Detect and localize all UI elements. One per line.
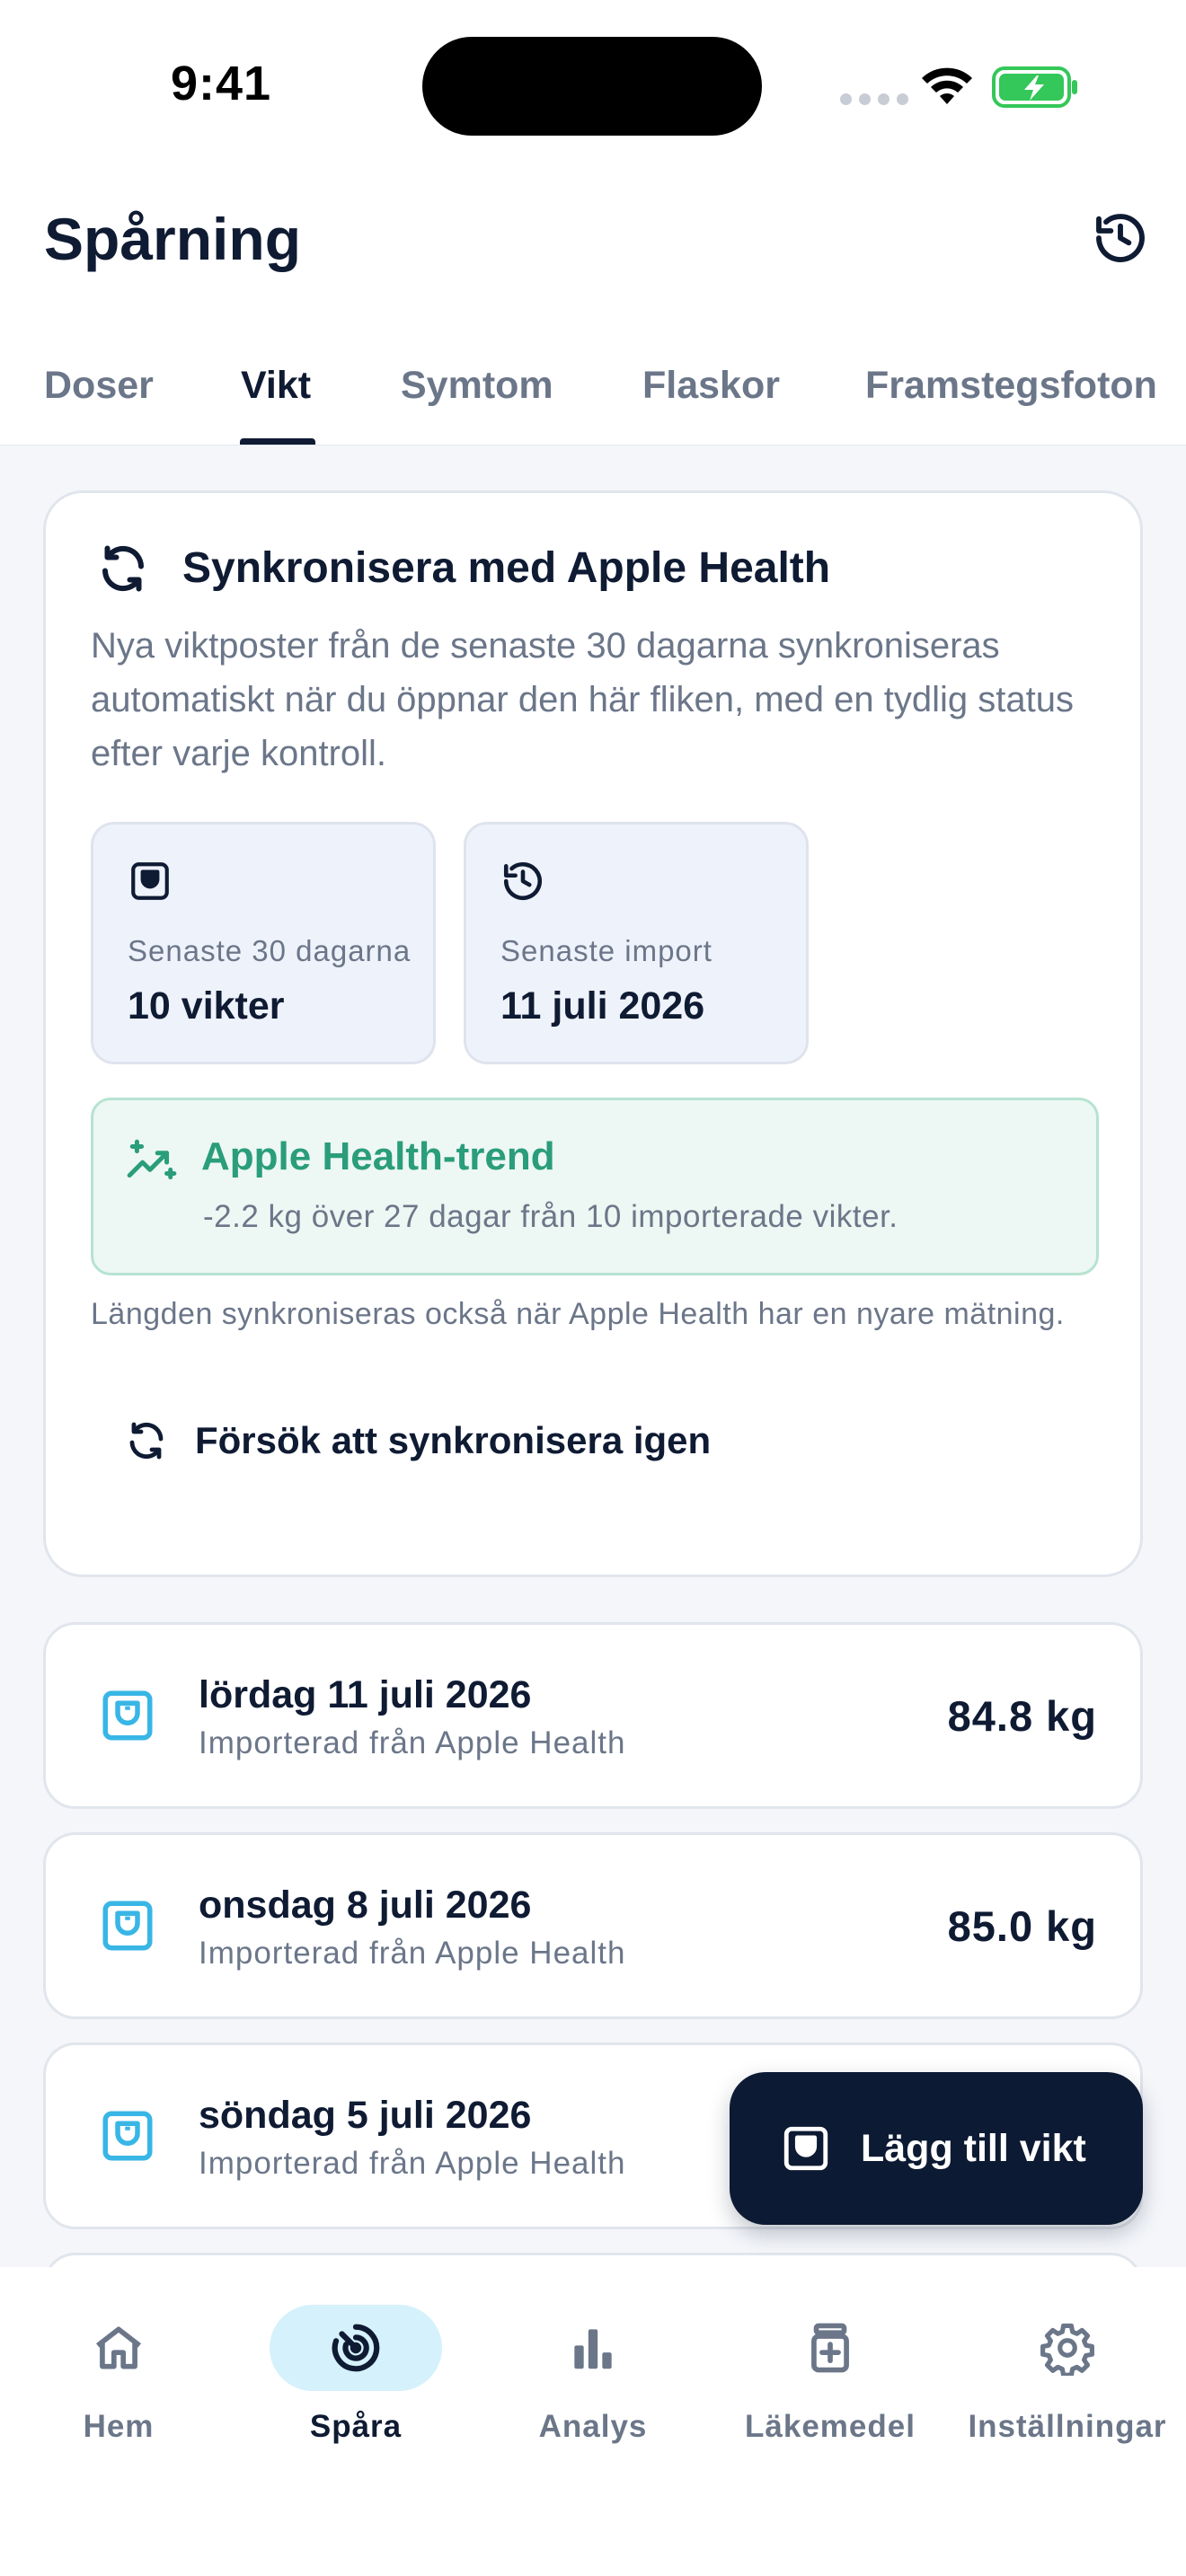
bottom-navigation: Hem Spåra Analys Läkemedel Inställningar [0, 2267, 1186, 2576]
weight-entry-source: Importerad från Apple Health [199, 1936, 626, 1971]
history-button[interactable] [1087, 205, 1154, 271]
add-weight-button[interactable]: Lägg till vikt [730, 2072, 1143, 2225]
status-time: 9:41 [171, 57, 272, 110]
stat-last-import: Senaste import 11 juli 2026 [464, 822, 809, 1064]
tab-bar: Doser Vikt Symtom Flaskor Framstegsfoton [0, 341, 1186, 437]
sync-icon [102, 545, 144, 592]
history-icon [503, 861, 543, 901]
tab-vikt[interactable]: Vikt [241, 341, 311, 437]
trend-title: Apple Health-trend [201, 1134, 555, 1178]
weight-entry-row[interactable]: lördag 11 juli 2026 Importerad från Appl… [43, 1622, 1143, 1809]
add-weight-label: Lägg till vikt [861, 2126, 1086, 2170]
scale-icon [102, 1690, 153, 1741]
weight-entry-date: onsdag 8 juli 2026 [199, 1883, 532, 1927]
retry-sync-button[interactable]: Försök att synkronisera igen [125, 1391, 711, 1490]
scale-icon [102, 1901, 153, 1951]
weight-entry-source: Importerad från Apple Health [199, 2146, 626, 2181]
nav-label: Hem [83, 2409, 155, 2444]
weight-entry-value: 84.8 kg [947, 1692, 1097, 1740]
nav-item-installningar[interactable]: Inställningar [949, 2305, 1186, 2475]
sync-icon [129, 1422, 164, 1460]
trend-sparkle-icon [127, 1139, 177, 1180]
nav-label: Inställningar [968, 2409, 1167, 2444]
length-sync-note: Längden synkroniseras också när Apple He… [91, 1297, 1065, 1331]
page-header: Spårning Doser Vikt Symtom Flaskor Frams… [0, 171, 1186, 447]
stat-label: Senaste import [500, 934, 712, 967]
weight-entry-source: Importerad från Apple Health [199, 1725, 626, 1760]
sync-card-title: Synkronisera med Apple Health [182, 544, 831, 592]
trend-text: -2.2 kg över 27 dagar från 10 importerad… [203, 1199, 898, 1234]
weight-entry-row[interactable] [43, 2253, 1143, 2267]
tab-symtom[interactable]: Symtom [401, 341, 553, 437]
wifi-icon [922, 67, 972, 104]
history-icon [1096, 214, 1145, 262]
nav-label: Spåra [309, 2409, 403, 2444]
scale-icon [102, 2111, 153, 2161]
gear-icon [1040, 2323, 1094, 2376]
nav-item-spara[interactable]: Spåra [237, 2305, 474, 2475]
weight-entry-value: 85.0 kg [947, 1902, 1097, 1950]
bar-chart-icon [574, 2329, 612, 2369]
weight-content[interactable]: Synkronisera med Apple Health Nya viktpo… [0, 446, 1186, 2267]
track-icon [332, 2324, 380, 2372]
status-bar: 9:41 [0, 0, 1186, 171]
retry-sync-label: Försök att synkronisera igen [195, 1419, 712, 1461]
weight-entry-date: lördag 11 juli 2026 [199, 1673, 532, 1716]
stat-last-30-days: Senaste 30 dagarna 10 vikter [91, 822, 436, 1064]
home-icon [96, 2326, 141, 2369]
tab-doser[interactable]: Doser [44, 341, 154, 437]
weight-entry-date: söndag 5 juli 2026 [199, 2094, 532, 2137]
apple-health-trend-box: Apple Health-trend -2.2 kg över 27 dagar… [91, 1098, 1099, 1275]
nav-label: Läkemedel [745, 2409, 916, 2444]
stat-label: Senaste 30 dagarna [128, 934, 412, 967]
dynamic-island [422, 37, 762, 136]
stat-value: 10 vikter [128, 984, 285, 1028]
medication-icon [811, 2323, 849, 2373]
nav-item-analys[interactable]: Analys [474, 2305, 712, 2475]
scale-icon [783, 2126, 828, 2171]
apple-health-sync-card: Synkronisera med Apple Health Nya viktpo… [43, 490, 1143, 1577]
tab-flaskor[interactable]: Flaskor [642, 341, 780, 437]
cellular-signal-icon [840, 93, 908, 105]
nav-item-hem[interactable]: Hem [0, 2305, 237, 2475]
weight-entry-row[interactable]: onsdag 8 juli 2026 Importerad från Apple… [43, 1832, 1143, 2019]
battery-icon [992, 66, 1077, 108]
stat-value: 11 juli 2026 [500, 984, 705, 1028]
page-title: Spårning [44, 206, 302, 272]
nav-item-lakemedel[interactable]: Läkemedel [712, 2305, 949, 2475]
nav-label: Analys [538, 2409, 648, 2444]
tab-framstegsfoton[interactable]: Framstegsfoton [865, 341, 1157, 437]
sync-card-description: Nya viktposter från de senaste 30 dagarn… [91, 626, 1074, 773]
scale-icon [131, 862, 169, 900]
